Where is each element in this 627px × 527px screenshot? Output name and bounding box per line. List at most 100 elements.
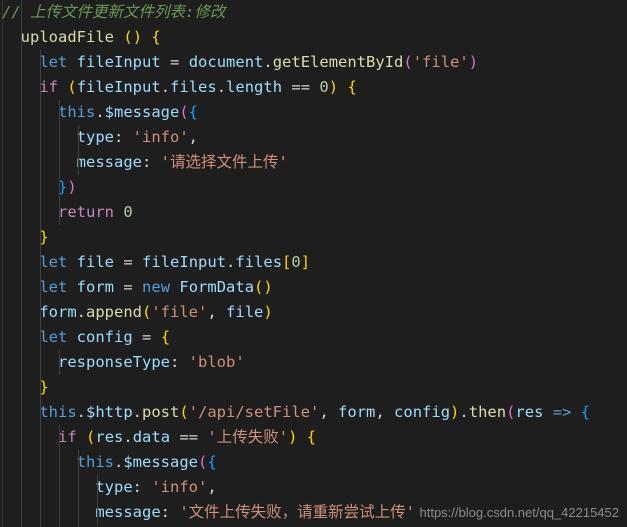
token-keyword-this: this (76, 453, 114, 471)
token-identifier: fileInput (142, 253, 227, 271)
token-method: then (468, 403, 507, 421)
indent-guide (59, 500, 60, 525)
token-function-name: uploadFile (20, 28, 114, 46)
indent-guide (40, 275, 41, 300)
token-keyword-let: let (39, 253, 68, 271)
token-identifier: form (39, 303, 77, 321)
token-keyword-let: let (39, 53, 68, 71)
code-line[interactable]: if (res.data == '上传失败') { (0, 425, 627, 450)
indent-guide (40, 200, 41, 225)
token-comment: // 上传文件更新文件列表:修改 (2, 3, 226, 21)
code-line[interactable]: if (fileInput.files.length == 0) { (0, 75, 627, 100)
token-identifier: file (76, 253, 114, 271)
token-string: '请选择文件上传' (160, 153, 288, 171)
token-property: files (235, 253, 283, 271)
indent-guide (59, 175, 60, 200)
watermark-url: https://blog.csdn.net/qq_42215452 (419, 505, 620, 520)
token-property: $message (123, 453, 198, 471)
token-keyword-return: return (58, 203, 114, 221)
indent-guide (40, 175, 41, 200)
token-arrow: => (552, 403, 572, 421)
code-line[interactable]: } (0, 375, 627, 400)
indent-guide (40, 400, 41, 425)
token-string: 'info' (132, 128, 189, 146)
token-keyword-this: this (58, 103, 96, 121)
code-line[interactable]: } (0, 225, 627, 250)
code-line[interactable]: let form = new FormData() (0, 275, 627, 300)
token-property: length (226, 78, 283, 96)
code-content[interactable]: // 上传文件更新文件列表:修改 uploadFile () { let fil… (0, 0, 627, 527)
token-object-key: responseType (58, 353, 170, 371)
token-method: getElementById (272, 53, 404, 71)
token-type: FormData (179, 278, 255, 296)
token-property: data (132, 428, 171, 446)
indent-guide (59, 100, 60, 125)
indent-guide (78, 150, 79, 175)
token-object-key: message (95, 503, 161, 521)
code-line[interactable]: let fileInput = document.getElementById(… (0, 50, 627, 75)
token-string: 'file' (412, 53, 469, 71)
token-string: '文件上传失败，请重新尝试上传' (179, 503, 416, 521)
token-number: 0 (123, 203, 133, 221)
token-identifier: config (394, 403, 451, 421)
token-identifier: file (226, 303, 264, 321)
token-string: 'file' (151, 303, 208, 321)
token-keyword-let: let (39, 328, 68, 346)
indent-guide (59, 475, 60, 500)
token-object-key: message (76, 153, 142, 171)
token-identifier: document (188, 53, 264, 71)
token-operator: == (179, 428, 199, 446)
token-property: $message (104, 103, 180, 121)
indent-guide (40, 450, 41, 475)
indent-guide (97, 475, 98, 500)
code-line[interactable]: form.append('file', file) (0, 300, 627, 325)
token-property: files (170, 78, 217, 96)
indent-guide (78, 450, 79, 475)
code-line[interactable]: this.$http.post('/api/setFile', form, co… (0, 400, 627, 425)
indent-guide (40, 325, 41, 350)
token-method: post (142, 403, 180, 421)
indent-guide (40, 50, 41, 75)
indent-guide (78, 475, 79, 500)
indent-guide (59, 125, 60, 150)
token-keyword-if: if (39, 78, 58, 96)
token-method: append (86, 303, 142, 321)
token-identifier: config (76, 328, 133, 346)
token-string: '/api/setFile' (188, 403, 320, 421)
token-keyword-new: new (142, 278, 171, 296)
token-number: 0 (319, 78, 329, 96)
code-line[interactable]: type: 'info', (0, 475, 627, 500)
token-object-key: type (95, 478, 133, 496)
indent-guide (40, 500, 41, 525)
indent-guide (40, 300, 41, 325)
token-number: 0 (291, 253, 301, 271)
code-line[interactable]: return 0 (0, 200, 627, 225)
code-line[interactable]: let config = { (0, 325, 627, 350)
token-keyword-let: let (39, 278, 68, 296)
code-line[interactable]: message: '请选择文件上传' (0, 150, 627, 175)
code-line[interactable]: type: 'info', (0, 125, 627, 150)
indent-guide (40, 75, 41, 100)
indent-guide (59, 425, 60, 450)
token-identifier: fileInput (76, 53, 161, 71)
token-identifier: form (76, 278, 114, 296)
token-string: 'info' (151, 478, 208, 496)
token-object-key: type (76, 128, 114, 146)
token-identifier: fileInput (76, 78, 161, 96)
indent-guide (59, 150, 60, 175)
token-keyword-this: this (39, 403, 77, 421)
code-line[interactable]: this.$message({ (0, 100, 627, 125)
indent-guide (59, 350, 60, 375)
token-identifier: res (95, 428, 124, 446)
code-line[interactable]: let file = fileInput.files[0] (0, 250, 627, 275)
code-editor-viewport[interactable]: // 上传文件更新文件列表:修改 uploadFile () { let fil… (0, 0, 627, 527)
token-string: '上传失败' (207, 428, 289, 446)
indent-guide (78, 125, 79, 150)
code-line[interactable]: // 上传文件更新文件列表:修改 (0, 0, 627, 25)
code-line[interactable]: responseType: 'blob' (0, 350, 627, 375)
code-line[interactable]: uploadFile () { (0, 25, 627, 50)
token-property: $http (86, 403, 133, 421)
code-line[interactable]: this.$message({ (0, 450, 627, 475)
code-line[interactable]: }) (0, 175, 627, 200)
indent-guide (97, 500, 98, 525)
